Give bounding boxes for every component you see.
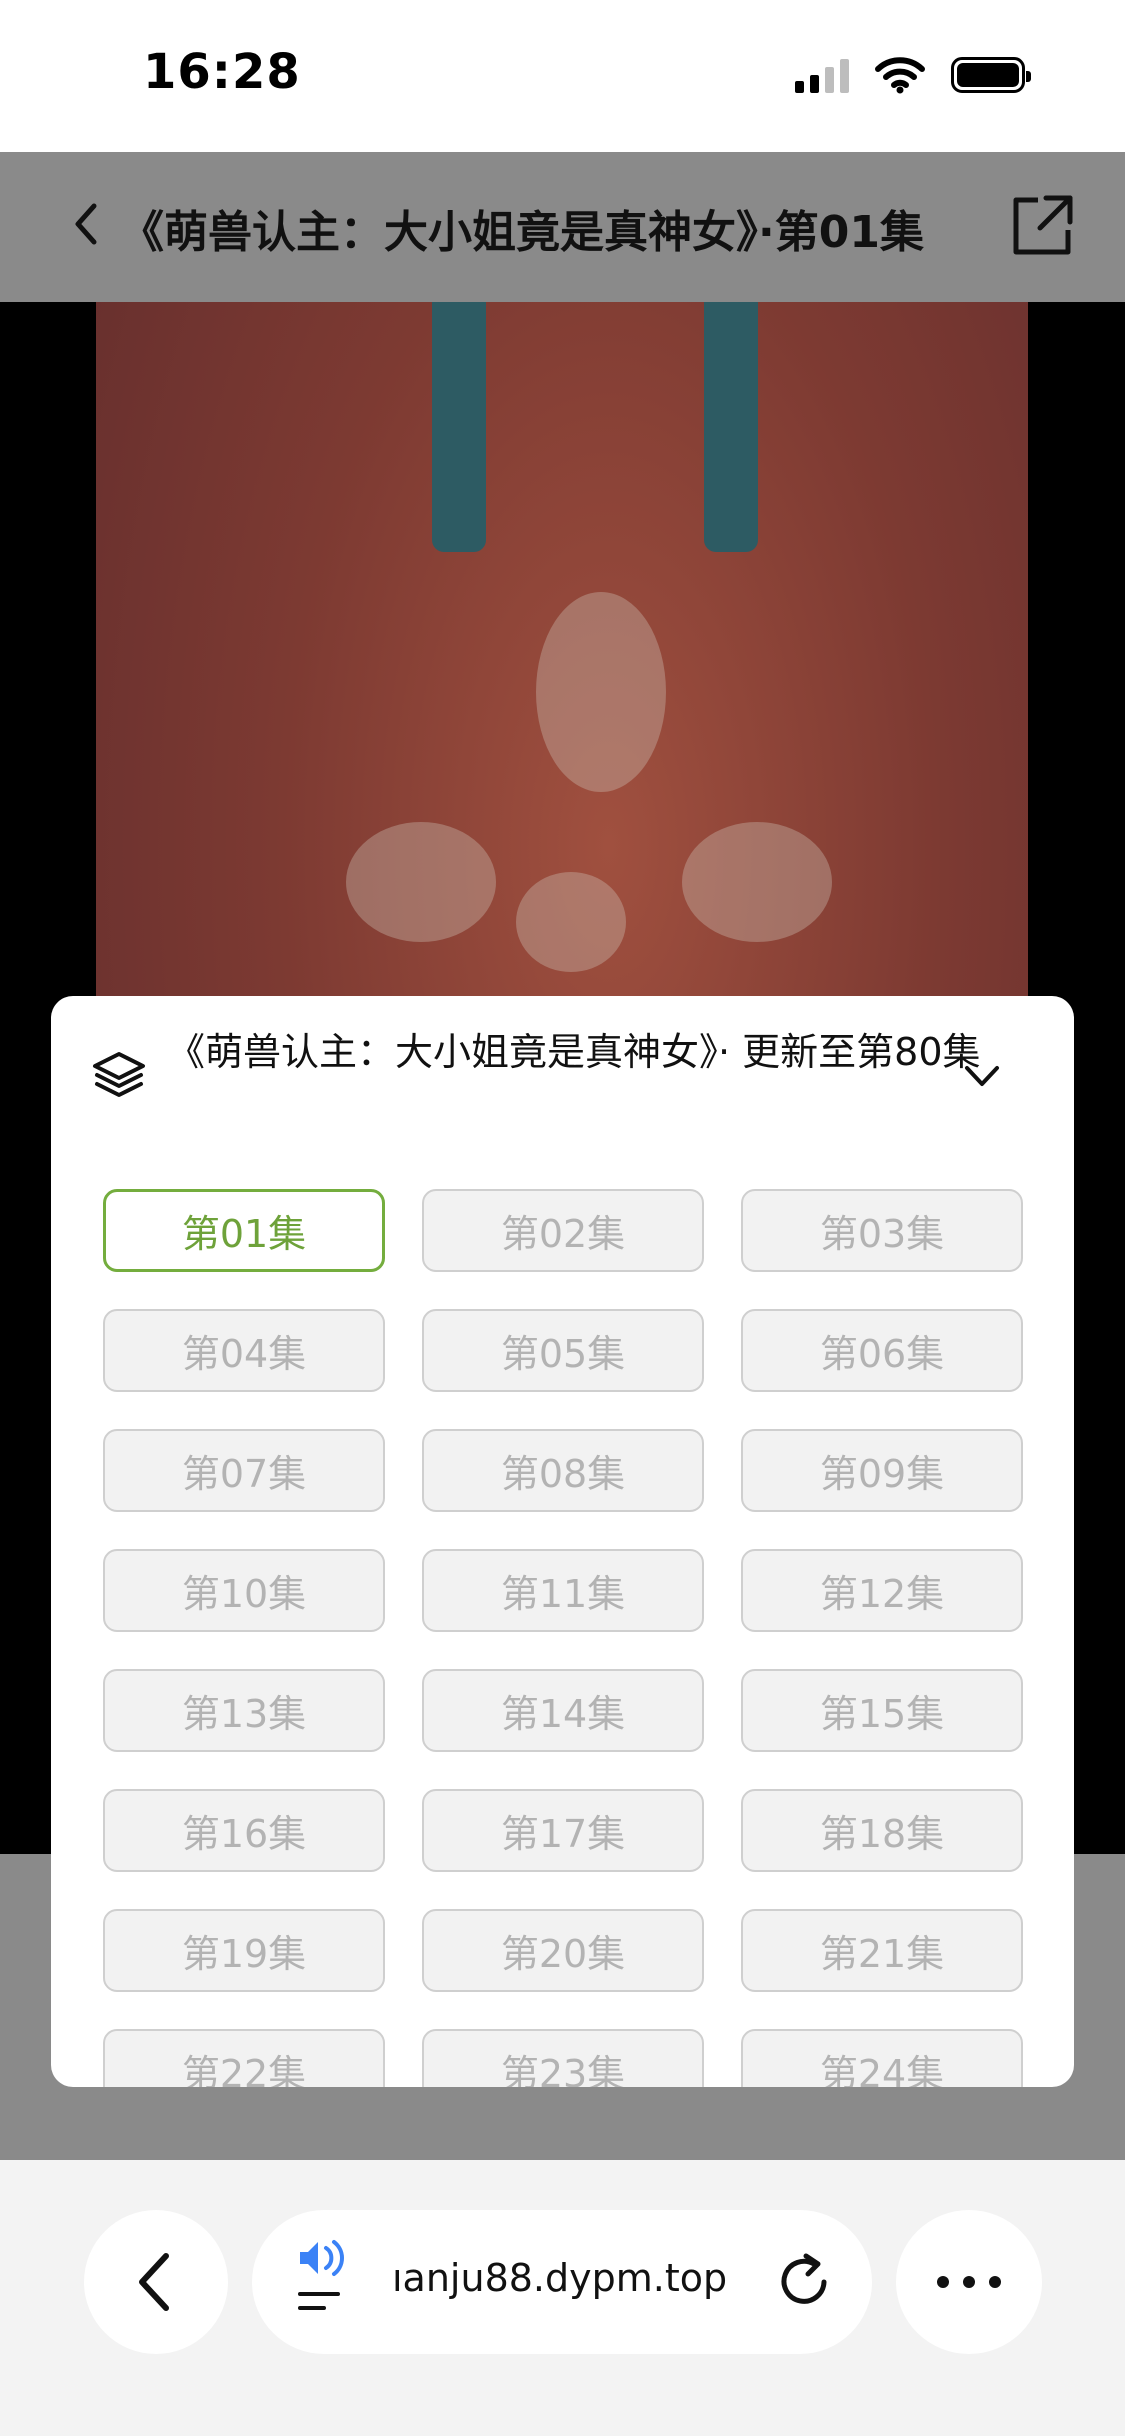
episode-button[interactable]: 第07集 — [103, 1429, 385, 1512]
status-icons — [795, 56, 1031, 94]
episode-button[interactable]: 第10集 — [103, 1549, 385, 1632]
status-time: 16:28 — [143, 44, 301, 100]
episode-button[interactable]: 第08集 — [422, 1429, 704, 1512]
episode-button[interactable]: 第21集 — [741, 1909, 1023, 1992]
episode-button[interactable]: 第22集 — [103, 2029, 385, 2087]
episode-button[interactable]: 第20集 — [422, 1909, 704, 1992]
episode-button[interactable]: 第13集 — [103, 1669, 385, 1752]
chevron-left-icon[interactable] — [60, 192, 110, 256]
episode-button[interactable]: 第06集 — [741, 1309, 1023, 1392]
page: 16:28 《萌兽认主：大小姐竟是真神女》·第01集 《萌兽认主：大小姐竟是真神… — [0, 0, 1125, 2436]
episode-button[interactable]: 第12集 — [741, 1549, 1023, 1632]
wifi-icon — [875, 57, 925, 94]
episode-button[interactable]: 第04集 — [103, 1309, 385, 1392]
episode-button[interactable]: 第15集 — [741, 1669, 1023, 1752]
layers-icon — [93, 1052, 145, 1097]
episode-button[interactable]: 第05集 — [422, 1309, 704, 1392]
cellular-signal-icon — [795, 57, 849, 93]
episode-button[interactable]: 第24集 — [741, 2029, 1023, 2087]
episode-button[interactable]: 第17集 — [422, 1789, 704, 1872]
battery-icon — [951, 57, 1031, 93]
episode-button[interactable]: 第19集 — [103, 1909, 385, 1992]
episode-button[interactable]: 第03集 — [741, 1189, 1023, 1272]
episode-button[interactable]: 第16集 — [103, 1789, 385, 1872]
chevron-down-icon[interactable] — [961, 1060, 1003, 1092]
more-dots-icon — [937, 2276, 1001, 2288]
episode-button[interactable]: 第23集 — [422, 2029, 704, 2087]
reload-icon[interactable] — [776, 2250, 836, 2312]
episode-sheet-header: 《萌兽认主：大小姐竟是真神女》· 更新至第80集 — [51, 996, 1074, 1156]
address-bar-url[interactable]: ıanju88.dypm.top — [392, 2256, 732, 2300]
episode-button[interactable]: 第11集 — [422, 1549, 704, 1632]
episode-button[interactable]: 第14集 — [422, 1669, 704, 1752]
status-bar: 16:28 — [0, 0, 1125, 152]
episode-button[interactable]: 第01集 — [103, 1189, 385, 1272]
browser-back-button[interactable] — [84, 2210, 228, 2354]
episode-button[interactable]: 第09集 — [741, 1429, 1023, 1512]
episode-sheet: 《萌兽认主：大小姐竟是真神女》· 更新至第80集 第01集 第02集 第03集第04… — [51, 996, 1074, 2087]
external-share-icon[interactable] — [1010, 192, 1074, 258]
episode-button[interactable]: 第18集 — [741, 1789, 1023, 1872]
video-title: 《萌兽认主：大小姐竟是真神女》·第01集 — [120, 207, 924, 258]
chevron-left-icon — [139, 2253, 169, 2311]
more-menu-button[interactable] — [896, 2210, 1042, 2354]
episode-sheet-title: 《萌兽认主：大小姐竟是真神女》· 更新至第80集 — [167, 1030, 981, 1074]
episode-button[interactable]: 第02集 — [422, 1189, 704, 1272]
speaker-reader-icon[interactable] — [294, 2238, 350, 2328]
